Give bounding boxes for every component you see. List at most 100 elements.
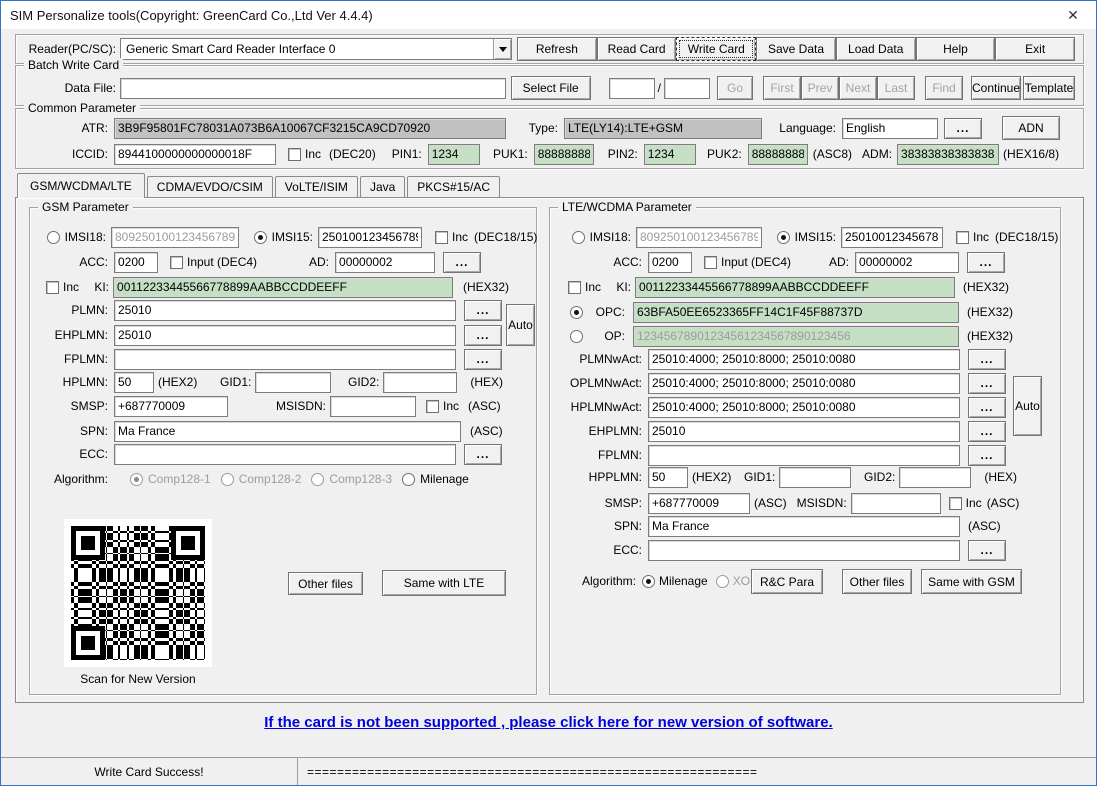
next-button[interactable]: Next xyxy=(839,76,877,100)
gsm-ehplmn-more-button[interactable]: ... xyxy=(464,324,502,346)
record-total-input[interactable] xyxy=(664,77,710,99)
write-card-button[interactable]: Write Card xyxy=(676,37,757,61)
lte-msisdn-inc-checkbox[interactable] xyxy=(948,496,962,510)
new-version-link[interactable]: If the card is not been supported , plea… xyxy=(264,714,832,731)
lte-opc-radio[interactable] xyxy=(570,305,583,319)
lte-hplmnwact-input[interactable] xyxy=(648,396,960,418)
find-button[interactable]: Find xyxy=(925,76,963,100)
gsm-ecc-input[interactable] xyxy=(114,443,456,465)
pin2-input[interactable] xyxy=(643,143,696,165)
lte-same-with-gsm-button[interactable]: Same with GSM xyxy=(921,569,1022,594)
lte-ki-input[interactable] xyxy=(635,276,956,298)
gsm-msisdn-input[interactable] xyxy=(330,395,416,417)
prev-button[interactable]: Prev xyxy=(801,76,839,100)
record-index-input[interactable] xyxy=(608,77,655,99)
gsm-msisdn-inc-checkbox[interactable] xyxy=(426,399,439,413)
lte-ecc-input[interactable] xyxy=(648,539,960,561)
gsm-same-with-lte-button[interactable]: Same with LTE xyxy=(382,570,506,596)
gsm-acc-input[interactable] xyxy=(114,251,158,273)
lte-acc-input-checkbox[interactable] xyxy=(704,255,717,269)
tab-cdma-evdo-csim[interactable]: CDMA/EVDO/CSIM xyxy=(146,176,273,197)
iccid-input[interactable] xyxy=(114,143,276,165)
lte-hpplmn-input[interactable] xyxy=(648,466,688,488)
lte-opc-input[interactable] xyxy=(633,301,959,323)
gsm-ad-more-button[interactable]: ... xyxy=(443,251,482,273)
lte-acc-input[interactable] xyxy=(648,251,692,273)
lte-other-files-button[interactable]: Other files xyxy=(842,569,912,594)
lte-fplmn-more-button[interactable]: ... xyxy=(968,444,1006,466)
gsm-other-files-button[interactable]: Other files xyxy=(288,572,363,595)
tab-gsm-wcdma-lte[interactable]: GSM/WCDMA/LTE xyxy=(17,173,145,198)
lte-imsi15-input[interactable] xyxy=(841,226,943,248)
lte-gid1-input[interactable] xyxy=(779,466,852,488)
gsm-imsi15-input[interactable] xyxy=(318,226,422,248)
gsm-imsi15-radio[interactable] xyxy=(254,230,267,244)
gsm-imsi18-radio[interactable] xyxy=(47,230,60,244)
language-more-button[interactable]: ... xyxy=(944,117,982,139)
load-data-button[interactable]: Load Data xyxy=(835,37,916,61)
data-file-input[interactable] xyxy=(120,77,506,99)
last-button[interactable]: Last xyxy=(877,76,915,100)
lte-imsi18-radio[interactable] xyxy=(572,230,585,244)
gsm-ki-input[interactable] xyxy=(113,276,454,298)
save-data-button[interactable]: Save Data xyxy=(756,37,836,61)
lte-plmnwact-input[interactable] xyxy=(648,348,960,370)
gsm-gid2-input[interactable] xyxy=(383,371,458,393)
select-file-button[interactable]: Select File xyxy=(510,76,591,100)
lte-msisdn-input[interactable] xyxy=(850,492,941,514)
gsm-spn-input[interactable] xyxy=(114,420,461,442)
gsm-ecc-more-button[interactable]: ... xyxy=(464,443,502,465)
lte-ehplmn-input[interactable] xyxy=(648,420,960,442)
go-button[interactable]: Go xyxy=(717,76,753,100)
gsm-ki-inc-checkbox[interactable] xyxy=(46,280,59,294)
exit-button[interactable]: Exit xyxy=(995,37,1076,61)
lte-gid2-input[interactable] xyxy=(899,466,972,488)
lte-spn-input[interactable] xyxy=(648,515,960,537)
lte-imsi15-radio[interactable] xyxy=(777,230,790,244)
gsm-plmn-input[interactable] xyxy=(114,299,456,321)
continue-button[interactable]: Continue xyxy=(971,76,1021,100)
lte-imsi-inc-checkbox[interactable] xyxy=(956,230,969,244)
help-button[interactable]: Help xyxy=(915,37,996,61)
gsm-ehplmn-input[interactable] xyxy=(114,324,456,346)
lte-smsp-input[interactable] xyxy=(648,492,750,514)
lte-hplmnwact-more-button[interactable]: ... xyxy=(968,396,1006,418)
puk2-input[interactable] xyxy=(747,143,808,165)
dropdown-arrow-icon[interactable] xyxy=(493,39,511,59)
gsm-fplmn-more-button[interactable]: ... xyxy=(464,348,502,370)
first-button[interactable]: First xyxy=(763,76,801,100)
gsm-auto-button[interactable]: Auto xyxy=(506,304,535,346)
lte-ecc-more-button[interactable]: ... xyxy=(968,539,1006,561)
tab-volte-isim[interactable]: VoLTE/ISIM xyxy=(274,176,358,197)
close-icon[interactable]: ✕ xyxy=(1050,1,1096,29)
language-input[interactable] xyxy=(842,117,938,139)
lte-oplmnwact-more-button[interactable]: ... xyxy=(968,372,1006,394)
lte-ehplmn-more-button[interactable]: ... xyxy=(968,420,1006,442)
lte-rc-para-button[interactable]: R&C Para xyxy=(751,569,823,594)
template-button[interactable]: Template xyxy=(1023,76,1075,100)
refresh-button[interactable]: Refresh xyxy=(517,37,597,61)
gsm-fplmn-input[interactable] xyxy=(114,348,456,370)
gsm-smsp-input[interactable] xyxy=(114,395,228,417)
reader-select[interactable]: Generic Smart Card Reader Interface 0 xyxy=(120,38,512,60)
lte-op-radio[interactable] xyxy=(570,329,583,343)
tab-pkcs15-ac[interactable]: PKCS#15/AC xyxy=(407,176,500,197)
gsm-algo-milenage-radio[interactable] xyxy=(402,472,416,486)
iccid-inc-checkbox[interactable] xyxy=(288,147,301,161)
gsm-ad-input[interactable] xyxy=(335,251,436,273)
lte-fplmn-input[interactable] xyxy=(648,444,960,466)
lte-ad-input[interactable] xyxy=(855,251,960,273)
pin1-input[interactable] xyxy=(427,143,480,165)
adm-input[interactable] xyxy=(897,143,1000,165)
lte-oplmnwact-input[interactable] xyxy=(648,372,960,394)
lte-ki-inc-checkbox[interactable] xyxy=(568,280,581,294)
gsm-acc-input-checkbox[interactable] xyxy=(170,255,183,269)
tab-java[interactable]: Java xyxy=(359,176,406,197)
puk1-input[interactable] xyxy=(533,143,594,165)
lte-ad-more-button[interactable]: ... xyxy=(967,251,1006,273)
gsm-gid1-input[interactable] xyxy=(255,371,332,393)
lte-algo-milenage-radio[interactable] xyxy=(642,574,655,588)
adn-button[interactable]: ADN xyxy=(1002,116,1060,140)
gsm-plmn-more-button[interactable]: ... xyxy=(464,299,502,321)
lte-plmnwact-more-button[interactable]: ... xyxy=(968,348,1006,370)
